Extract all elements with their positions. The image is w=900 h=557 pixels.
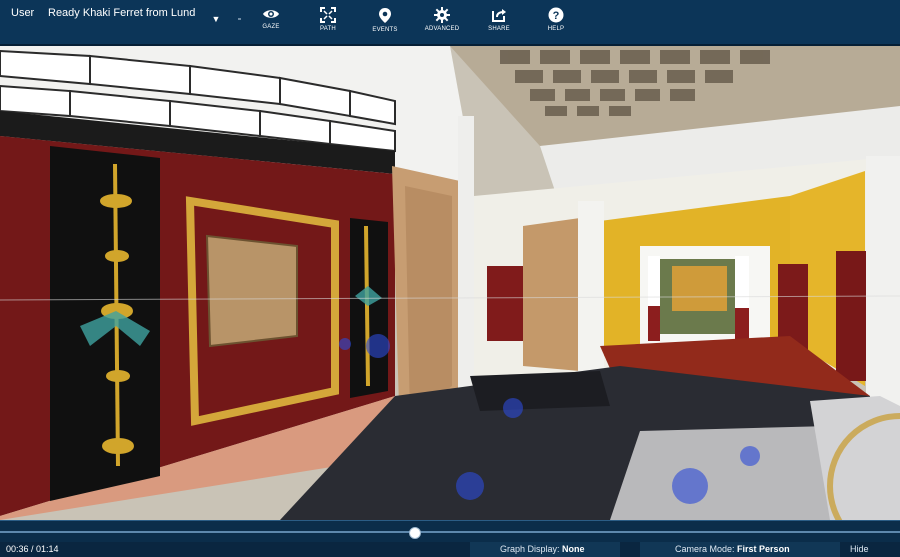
expand-icon [320,7,336,23]
timeline-bar[interactable] [0,520,900,543]
camera-mode-label: Camera Mode: [675,544,735,554]
timeline-scrubber[interactable] [409,527,421,539]
eye-icon [263,10,279,18]
events-button[interactable]: EVENTS [355,7,415,33]
gaze-button[interactable]: GAZE [241,7,301,30]
camera-mode-select[interactable]: Camera Mode: First Person [640,542,840,557]
graph-display-value: None [562,544,585,554]
scene-render [0,46,900,520]
timeline-track[interactable] [0,531,900,533]
gaze-label: GAZE [262,24,280,30]
events-label: EVENTS [372,27,398,33]
chevron-down-icon[interactable]: ▼ [210,14,222,24]
graph-display-label: Graph Display: [500,544,560,554]
advanced-button[interactable]: ADVANCED [412,7,472,32]
advanced-label: ADVANCED [424,26,460,32]
hide-button[interactable]: Hide [850,542,900,557]
map-pin-icon [379,8,391,23]
playback-time: 00:36 / 01:14 [6,544,59,554]
user-name[interactable]: Ready Khaki Ferret from Lund [48,7,195,19]
share-label: SHARE [488,26,510,32]
svg-text:?: ? [553,10,560,22]
help-icon: ? [548,7,564,23]
user-label: User [11,7,35,19]
camera-mode-value: First Person [737,544,790,554]
share-icon [492,9,506,22]
gear-icon [434,7,450,23]
top-toolbar: User Ready Khaki Ferret from Lund ▼ GAZE… [0,0,900,46]
path-button[interactable]: PATH [298,7,358,32]
help-button[interactable]: ? HELP [526,7,586,32]
help-label: HELP [547,26,565,32]
path-label: PATH [320,26,336,32]
3d-viewport[interactable] [0,46,900,520]
graph-display-select[interactable]: Graph Display: None [470,542,620,557]
share-button[interactable]: SHARE [469,7,529,32]
status-bar: 00:36 / 01:14 Graph Display: None Camera… [0,542,900,557]
